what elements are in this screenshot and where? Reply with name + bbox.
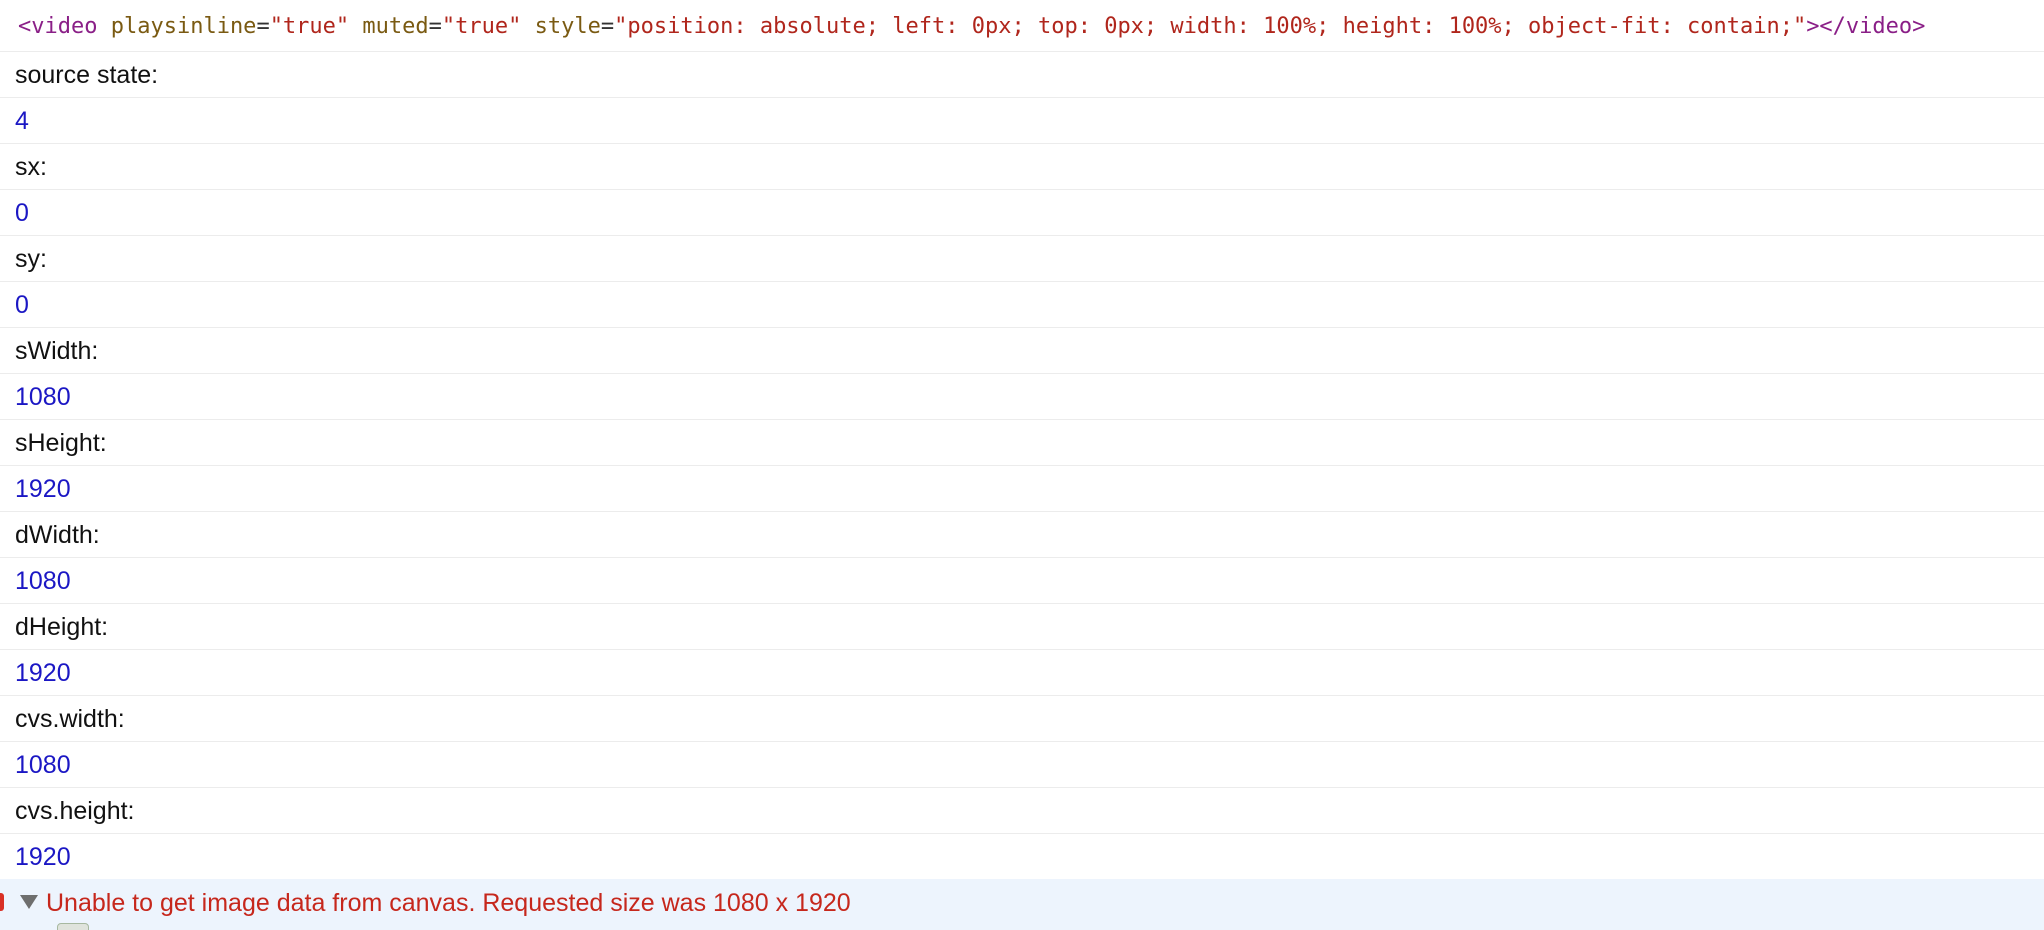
log-label-sheight: sHeight: xyxy=(0,420,2044,466)
log-value-dheight: 1920 xyxy=(0,650,2044,696)
log-label-swidth: sWidth: xyxy=(0,328,2044,374)
log-value-sheight: 1920 xyxy=(0,466,2044,512)
log-value-source-state: 4 xyxy=(0,98,2044,144)
stack-trace-icon xyxy=(57,923,89,930)
html-attribute-name: muted xyxy=(362,14,429,39)
console-error-row[interactable]: Unable to get image data from canvas. Re… xyxy=(0,879,2044,930)
console-element-log[interactable]: <video playsinline="true" muted="true" s… xyxy=(0,0,2044,52)
log-value-cvs-height: 1920 xyxy=(0,834,2044,880)
html-attribute-name: style xyxy=(534,14,601,39)
html-close-tag: ></video> xyxy=(1806,14,1926,39)
console-panel: <video playsinline="true" muted="true" s… xyxy=(0,0,2044,930)
log-value-dwidth: 1080 xyxy=(0,558,2044,604)
html-attribute-name: playsinline xyxy=(110,14,257,39)
html-attribute-value: "true" xyxy=(269,14,350,39)
error-marker-icon xyxy=(0,893,4,911)
log-label-cvs-height: cvs.height: xyxy=(0,788,2044,834)
log-value-cvs-width: 1080 xyxy=(0,742,2044,788)
log-value-sx: 0 xyxy=(0,190,2044,236)
log-label-cvs-width: cvs.width: xyxy=(0,696,2044,742)
log-value-sy: 0 xyxy=(0,282,2044,328)
log-label-sy: sy: xyxy=(0,236,2044,282)
error-message: Unable to get image data from canvas. Re… xyxy=(46,889,851,917)
log-label-sx: sx: xyxy=(0,144,2044,190)
html-open-tag: <video xyxy=(18,14,98,39)
log-value-swidth: 1080 xyxy=(0,374,2044,420)
log-label-dwidth: dWidth: xyxy=(0,512,2044,558)
disclosure-triangle-icon[interactable] xyxy=(20,895,38,909)
html-attribute-value: "true" xyxy=(441,14,522,39)
log-label-source-state: source state: xyxy=(0,52,2044,98)
html-attribute-value: "position: absolute; left: 0px; top: 0px… xyxy=(614,14,1807,39)
log-label-dheight: dHeight: xyxy=(0,604,2044,650)
